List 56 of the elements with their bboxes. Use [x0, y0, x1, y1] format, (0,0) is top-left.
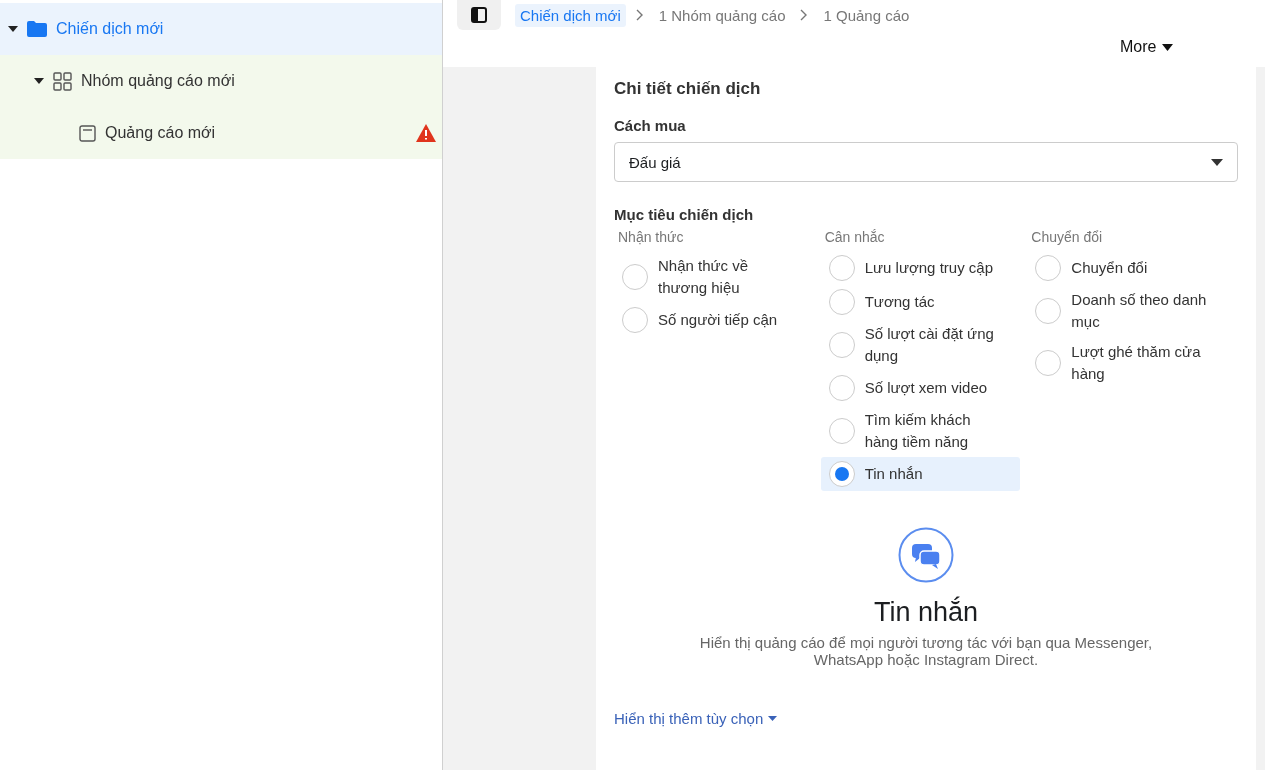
- chevron-icon: [800, 9, 809, 21]
- caret-icon: [1211, 158, 1223, 166]
- radio-button[interactable]: [1035, 350, 1062, 376]
- tree-item-label: Nhóm quảng cáo mới: [81, 72, 235, 90]
- group-title: Nhận thức: [618, 229, 685, 245]
- radio-button[interactable]: [622, 307, 648, 333]
- objective-option[interactable]: Chuyển đổi: [1027, 251, 1227, 285]
- tree-item-label: Chiến dịch mới: [56, 20, 164, 38]
- objective-option[interactable]: Tìm kiếm khách hàng tiềm năng: [820, 405, 1020, 457]
- objective-option[interactable]: Nhận thức về thương hiệu: [614, 251, 813, 303]
- field-label: Cách mua: [614, 117, 687, 134]
- objective-option[interactable]: Tin nhắn: [820, 457, 1020, 491]
- objective-description: Hiển thị quảng cáo để mọi người tương tác với bạn qua Messenger, WhatsApp hoặc Instagram Direct.: [698, 634, 1154, 668]
- objective-option[interactable]: Số người tiếp cận: [614, 303, 813, 337]
- radio-button[interactable]: [828, 375, 855, 401]
- caret-icon: [1162, 43, 1174, 51]
- chat-bubbles-icon: [898, 527, 954, 583]
- caret-icon: [768, 716, 778, 721]
- radio-button[interactable]: [828, 255, 855, 281]
- objective-option[interactable]: Số lượt cài đặt ứng dụng: [820, 319, 1020, 371]
- radio-button[interactable]: [828, 289, 855, 315]
- sidebar-icon: [471, 7, 487, 23]
- tree-item[interactable]: Quảng cáo mới: [0, 107, 442, 159]
- objective-option[interactable]: Số lượt xem video: [820, 371, 1020, 405]
- radio-button[interactable]: [828, 461, 855, 487]
- radio-button[interactable]: [828, 418, 855, 444]
- radio-button[interactable]: [1035, 255, 1062, 281]
- objective-option[interactable]: Doanh số theo danh mục: [1027, 285, 1227, 337]
- folder-icon: [27, 21, 47, 37]
- tree-item-label: Quảng cáo mới: [105, 124, 216, 142]
- warning-icon: [416, 124, 436, 142]
- radio-button[interactable]: [1035, 298, 1062, 324]
- sidebar-toggle-button[interactable]: [457, 0, 501, 30]
- field-label: Mục tiêu chiến dịch: [614, 206, 755, 223]
- radio-button[interactable]: [622, 264, 648, 290]
- tree-item[interactable]: Nhóm quảng cáo mới: [0, 55, 442, 107]
- group-title: Chuyển đổi: [1031, 229, 1104, 245]
- objective-option[interactable]: Lượt ghé thăm cửa hàng: [1027, 337, 1227, 389]
- breadcrumb[interactable]: 1 Quảng cáo: [818, 3, 915, 27]
- objective-option[interactable]: Lưu lượng truy cập: [820, 251, 1020, 285]
- caret-icon[interactable]: [8, 25, 18, 33]
- group-title: Cân nhắc: [824, 229, 886, 245]
- breadcrumb[interactable]: Chiến dịch mới: [515, 3, 626, 27]
- section-title: Chi tiết chiến dịch: [614, 79, 762, 99]
- more-button[interactable]: More: [1120, 38, 1157, 56]
- grid-icon: [53, 71, 72, 91]
- objective-title: Tin nhắn: [873, 597, 979, 628]
- radio-button[interactable]: [828, 332, 855, 358]
- ad-frame-icon: [79, 124, 96, 142]
- objective-option[interactable]: Tương tác: [820, 285, 1020, 319]
- breadcrumb[interactable]: 1 Nhóm quảng cáo: [653, 3, 791, 27]
- show-more-options-link[interactable]: Hiển thị thêm tùy chọn: [614, 710, 778, 727]
- tree-item[interactable]: Chiến dịch mới: [0, 3, 442, 55]
- chevron-icon: [635, 9, 644, 21]
- caret-icon[interactable]: [34, 77, 44, 85]
- buying-type-dropdown[interactable]: Đấu giá: [614, 142, 1238, 182]
